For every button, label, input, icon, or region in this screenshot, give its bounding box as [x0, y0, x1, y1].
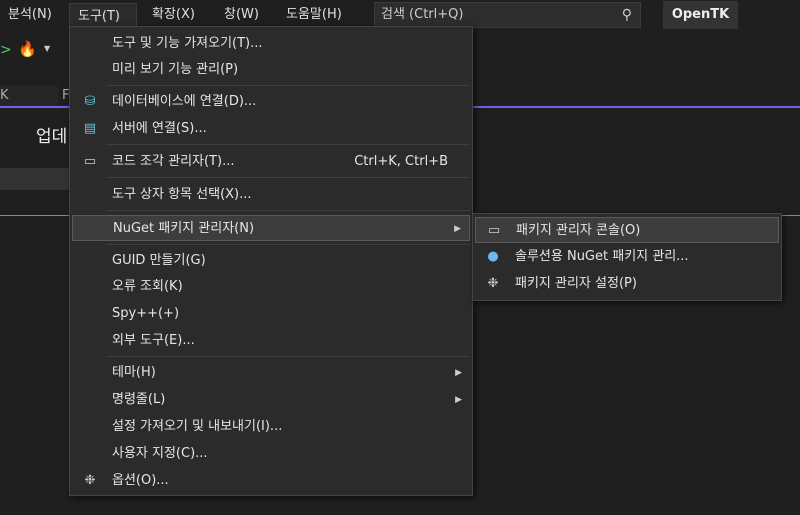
menu-analyze[interactable]: 분석(N)	[0, 0, 60, 30]
submenu-arrow-icon: ▶	[455, 368, 462, 378]
menu-item-theme[interactable]: 테마(H) ▶	[72, 360, 470, 386]
input-bar	[0, 168, 70, 190]
snippet-icon: ▭	[83, 154, 97, 169]
submenu-item-package-console[interactable]: ▭ 패키지 관리자 콘솔(O)	[475, 217, 779, 243]
search-icon: ⚲	[621, 7, 632, 23]
server-connect-icon: ▤	[83, 121, 97, 136]
submenu-arrow-icon: ▶	[455, 395, 462, 405]
gear-icon: ❉	[487, 276, 499, 291]
menu-item-error-lookup[interactable]: 오류 조회(K)	[72, 274, 470, 300]
menu-item-toolbox-items[interactable]: 도구 상자 항목 선택(X)...	[72, 182, 470, 208]
separator	[106, 177, 470, 178]
submenu-item-manage-packages[interactable]: ● 솔루션용 NuGet 패키지 관리...	[475, 244, 779, 270]
chevron-down-icon[interactable]: ▼	[44, 44, 50, 53]
nuget-icon: ●	[487, 249, 499, 264]
menu-item-import-export-settings[interactable]: 설정 가져오기 및 내보내기(I)...	[72, 414, 470, 440]
shortcut: Ctrl+K, Ctrl+B	[354, 154, 448, 169]
separator	[106, 144, 470, 145]
separator	[106, 244, 470, 245]
menu-item-command-line[interactable]: 명령줄(L) ▶	[72, 387, 470, 413]
menu-item-connect-server[interactable]: ▤ 서버에 연결(S)...	[72, 116, 470, 142]
database-connect-icon: ⛁	[84, 94, 96, 109]
search-placeholder: 검색 (Ctrl+Q)	[381, 7, 464, 22]
menu-item-external-tools[interactable]: 외부 도구(E)...	[72, 328, 470, 354]
menu-item-nuget[interactable]: NuGet 패키지 관리자(N) ▶	[72, 215, 470, 241]
project-name-badge[interactable]: OpenTK	[663, 1, 738, 29]
separator	[106, 85, 470, 86]
menu-item-snippets-manager[interactable]: ▭ 코드 조각 관리자(T)... Ctrl+K, Ctrl+B	[72, 149, 470, 175]
menu-item-options[interactable]: ❉ 옵션(O)...	[72, 468, 470, 494]
menu-item-create-guid[interactable]: GUID 만들기(G)	[72, 248, 470, 274]
separator	[106, 356, 470, 357]
nuget-submenu: ▭ 패키지 관리자 콘솔(O) ● 솔루션용 NuGet 패키지 관리... ❉ 패키…	[472, 213, 782, 301]
hot-reload-icon[interactable]: 🔥	[18, 40, 37, 58]
console-icon: ▭	[487, 223, 501, 238]
menu-item-connect-database[interactable]: ⛁ 데이터베이스에 연결(D)...	[72, 89, 470, 115]
tools-menu: 도구 및 기능 가져오기(T)... 미리 보기 기능 관리(P) ⛁ 데이터베이…	[69, 26, 473, 496]
menu-item-import-tools[interactable]: 도구 및 기능 가져오기(T)...	[72, 31, 470, 57]
menu-item-spy[interactable]: Spy++(+)	[72, 301, 470, 327]
page-heading: 업데	[36, 127, 68, 147]
run-icon[interactable]: >	[0, 42, 12, 58]
separator	[106, 210, 470, 211]
gear-icon: ❉	[84, 473, 96, 488]
menu-item-preview-features[interactable]: 미리 보기 기능 관리(P)	[72, 57, 470, 83]
submenu-item-package-settings[interactable]: ❉ 패키지 관리자 설정(P)	[475, 271, 779, 297]
tab[interactable]: K	[0, 86, 58, 106]
menu-item-customize[interactable]: 사용자 지정(C)...	[72, 441, 470, 467]
search-input[interactable]: 검색 (Ctrl+Q) ⚲	[374, 2, 641, 28]
submenu-arrow-icon: ▶	[454, 224, 461, 234]
